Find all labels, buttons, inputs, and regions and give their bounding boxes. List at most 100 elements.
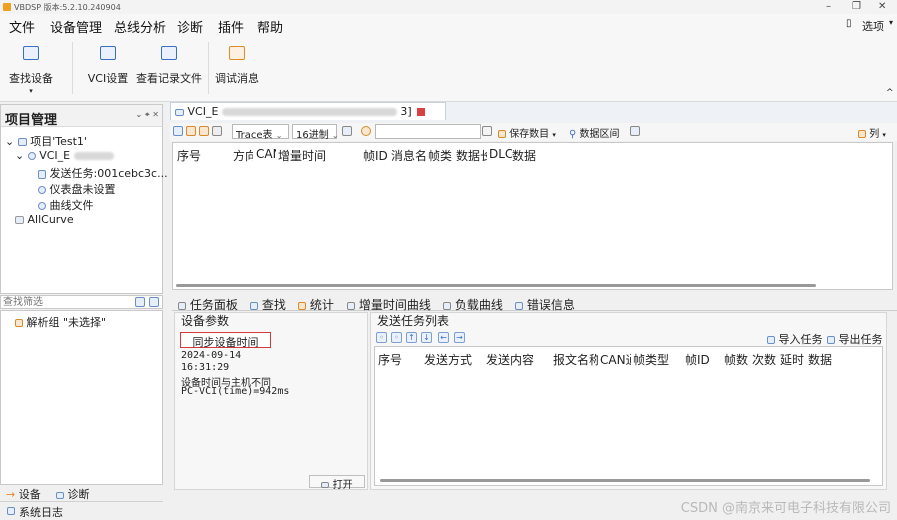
- tree-curve-file[interactable]: 曲线文件: [38, 197, 94, 213]
- task-col-frame-id[interactable]: 帧ID: [685, 351, 710, 368]
- tree-dashboard[interactable]: 仪表盘未设置: [38, 181, 116, 197]
- task-panel-icon: [178, 301, 186, 310]
- find-device-button[interactable]: 查找设备 ▾: [8, 42, 54, 95]
- trace-col-delta-time[interactable]: 增量时间: [278, 147, 326, 164]
- tab-find[interactable]: 查找: [250, 296, 286, 313]
- trace-col-data[interactable]: 数据: [512, 147, 536, 164]
- tab-diagnose[interactable]: 诊断: [56, 486, 90, 502]
- document-icon: [38, 169, 46, 179]
- menu-bus-analysis[interactable]: 总线分析: [114, 17, 166, 36]
- tree-vci[interactable]: ⌄ VCI_E: [15, 149, 114, 162]
- minimize-icon[interactable]: –: [826, 1, 831, 12]
- sync-device-time-button[interactable]: 同步设备时间: [180, 332, 271, 349]
- vci-settings-icon: [100, 46, 116, 60]
- record-file-icon: [161, 46, 177, 60]
- find-device-icon: [23, 46, 39, 60]
- filter-icon[interactable]: [199, 126, 209, 136]
- open-icon: [321, 482, 330, 488]
- trace-horizontal-scrollbar[interactable]: [176, 284, 816, 287]
- refresh-icon[interactable]: [186, 126, 196, 136]
- tree-allcurve[interactable]: AllCurve: [15, 213, 74, 226]
- filter-lock-icon[interactable]: [135, 297, 145, 307]
- search-mode-icon[interactable]: [361, 126, 371, 136]
- move-up-icon[interactable]: ↑: [406, 332, 417, 343]
- trace-col-frame-id[interactable]: 帧ID: [363, 147, 388, 164]
- play-icon[interactable]: ◦: [376, 332, 387, 343]
- task-col-frame-count[interactable]: 帧数: [724, 351, 748, 368]
- task-col-index[interactable]: 序号: [378, 351, 402, 368]
- trace-col-dlc[interactable]: DLC: [489, 147, 512, 161]
- task-col-message-name[interactable]: 报文名称: [553, 351, 598, 368]
- lock-icon[interactable]: [342, 126, 352, 136]
- save-icon: [498, 130, 506, 138]
- data-range-button[interactable]: ⚲ 数据区间: [569, 125, 620, 140]
- trash-icon[interactable]: [212, 126, 222, 136]
- save-data-button[interactable]: 保存数目 ▾: [498, 125, 556, 140]
- vci-settings-button[interactable]: VCI设置: [86, 42, 130, 86]
- filter-input[interactable]: [3, 296, 129, 308]
- tree-send-task[interactable]: 发送任务:001cebc3c...: [38, 165, 168, 181]
- menu-device-management[interactable]: 设备管理: [50, 17, 103, 38]
- tab-error-info[interactable]: 错误信息: [515, 296, 575, 313]
- trace-col-frame-type[interactable]: 帧类: [428, 147, 452, 164]
- task-horizontal-scrollbar[interactable]: [380, 479, 870, 482]
- menu-help[interactable]: 帮助: [257, 17, 283, 36]
- options-menu[interactable]: 选项: [862, 18, 884, 34]
- columns-button[interactable]: 列 ▾: [858, 125, 886, 140]
- view-icon[interactable]: [173, 126, 183, 136]
- trace-col-index[interactable]: 序号: [177, 147, 201, 164]
- task-col-send-mode[interactable]: 发送方式: [424, 351, 472, 368]
- curve-icon: [347, 301, 355, 310]
- menu-plugins[interactable]: 插件: [218, 17, 244, 36]
- trace-col-data-length[interactable]: 数据长: [456, 147, 487, 164]
- import-task-button[interactable]: 导入任务: [767, 331, 823, 347]
- trace-col-direction[interactable]: 方向: [233, 147, 253, 164]
- trace-search-input[interactable]: [375, 124, 481, 139]
- radix-select[interactable]: 16进制 ⌄: [292, 124, 339, 141]
- tab-task-panel[interactable]: 任务面板: [178, 296, 238, 313]
- expand-icon[interactable]: ⌄: [5, 135, 14, 148]
- tree-project[interactable]: ⌄ 项目'Test1': [5, 133, 87, 149]
- task-col-can-channel[interactable]: CAN通: [600, 351, 631, 368]
- restore-icon[interactable]: ❐: [852, 1, 861, 12]
- tab-load-curve[interactable]: 负载曲线: [443, 296, 503, 313]
- task-col-delay[interactable]: 延时: [780, 351, 804, 368]
- task-col-frame-type[interactable]: 帧类型: [633, 351, 669, 368]
- tree-parse-group[interactable]: 解析组 "未选择": [15, 314, 106, 330]
- tab-statistics[interactable]: 统计: [298, 296, 334, 313]
- move-down-icon[interactable]: ↓: [421, 332, 432, 343]
- menu-file[interactable]: 文件: [9, 17, 35, 36]
- find-device-dropdown-icon[interactable]: ▾: [8, 87, 54, 95]
- document-tab[interactable]: VCI_E 3]: [170, 102, 446, 120]
- filter-search-icon[interactable]: [149, 297, 159, 307]
- close-icon[interactable]: ✕: [878, 1, 886, 12]
- ribbon-separator: [72, 42, 73, 94]
- tab-close-icon[interactable]: [417, 108, 426, 116]
- tab-device[interactable]: → 设备: [6, 486, 41, 502]
- tab-delta-time-curve[interactable]: 增量时间曲线: [347, 296, 431, 313]
- task-col-send-content[interactable]: 发送内容: [486, 351, 534, 368]
- load-curve-icon: [443, 301, 451, 310]
- debug-messages-button[interactable]: 调试消息: [214, 42, 260, 86]
- back-icon[interactable]: ←: [438, 332, 449, 343]
- collapse-ribbon-icon[interactable]: ^: [886, 88, 894, 98]
- export-task-button[interactable]: 导出任务: [827, 331, 883, 347]
- options-dropdown-icon[interactable]: ▾: [889, 18, 893, 27]
- task-col-times[interactable]: 次数: [752, 351, 776, 368]
- save-data-label: 保存数目: [509, 129, 550, 140]
- import-icon: [767, 336, 775, 344]
- panel-controls-icon[interactable]: ⌄ ⌖ ✕: [136, 110, 159, 120]
- open-button[interactable]: 打开: [309, 475, 365, 491]
- task-col-data[interactable]: 数据: [808, 351, 832, 368]
- expand-icon[interactable]: ⌄: [15, 149, 24, 162]
- stop-icon[interactable]: ◦: [391, 332, 402, 343]
- copy-icon[interactable]: [630, 126, 640, 136]
- view-records-button[interactable]: 查看记录文件: [136, 42, 202, 86]
- trace-col-message-name[interactable]: 消息名: [391, 147, 427, 164]
- menu-diagnose[interactable]: 诊断: [177, 17, 203, 36]
- chart-icon[interactable]: [482, 126, 492, 136]
- trace-mode-select[interactable]: Trace表 ⌄: [232, 124, 289, 141]
- system-log-tab[interactable]: 系统日志: [0, 501, 163, 520]
- trace-col-can[interactable]: CAN: [256, 147, 276, 161]
- forward-icon[interactable]: →: [454, 332, 465, 343]
